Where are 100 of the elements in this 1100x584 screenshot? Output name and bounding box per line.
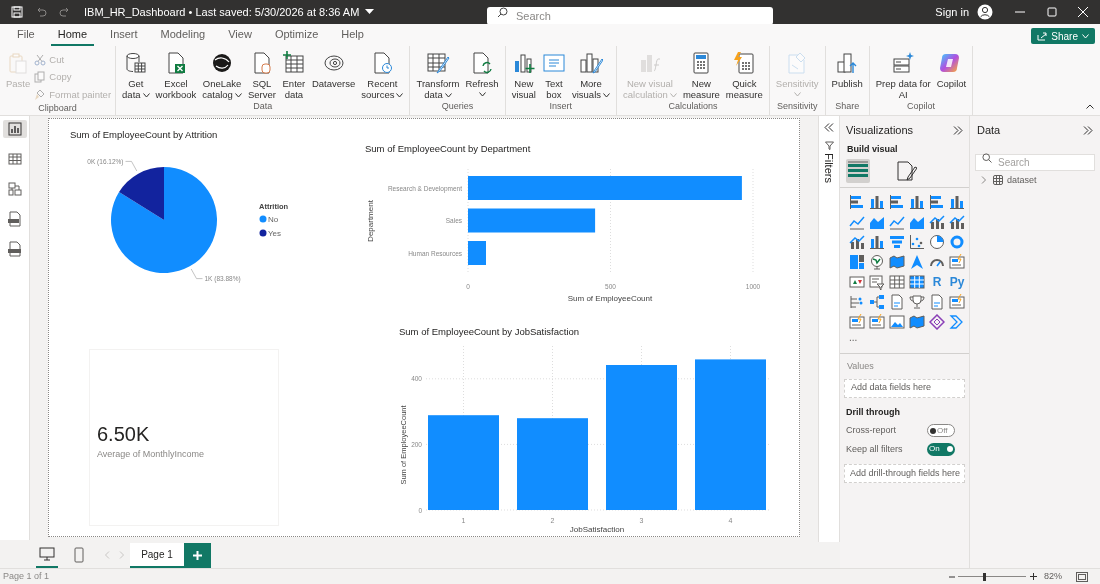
undo-icon[interactable]: [35, 6, 47, 18]
ribbon-button[interactable]: Transform data: [414, 51, 462, 100]
drop-field[interactable]: Add data fields here: [844, 378, 965, 398]
treemap-icon[interactable]: [849, 254, 865, 270]
tree-item[interactable]: dataset: [1007, 173, 1037, 187]
ribbon-button[interactable]: Get data: [120, 51, 152, 100]
caret-icon[interactable]: [365, 9, 375, 15]
column-chart-icon[interactable]: [869, 194, 885, 210]
map-icon[interactable]: [909, 314, 925, 330]
bar-chart-icon[interactable]: [889, 194, 905, 210]
build-tab[interactable]: [846, 159, 870, 183]
search-field[interactable]: Search: [487, 7, 773, 25]
slider-thumb[interactable]: [982, 572, 986, 581]
menu-tab[interactable]: File: [10, 24, 42, 46]
bar-chart-icon[interactable]: [849, 194, 865, 210]
fit-to-page-icon[interactable]: [1076, 571, 1088, 582]
scatter-chart-icon[interactable]: [909, 234, 925, 250]
table-icon[interactable]: [889, 274, 905, 290]
menu-tab[interactable]: View: [221, 24, 259, 46]
ribbon-button[interactable]: SQL Server: [245, 51, 278, 100]
combo-chart-icon[interactable]: [849, 234, 865, 250]
column-chart-icon[interactable]: [909, 194, 925, 210]
tree-icon[interactable]: [849, 294, 865, 310]
build-tab[interactable]: [894, 159, 918, 183]
ribbon-button[interactable]: Quick measure: [723, 51, 765, 100]
collapse-icon[interactable]: [824, 123, 834, 132]
ribbon-button[interactable]: Refresh: [463, 51, 501, 100]
map-icon[interactable]: [889, 254, 905, 270]
ribbon-button[interactable]: New measure: [680, 51, 722, 100]
sign-in-link[interactable]: Sign in: [935, 3, 969, 21]
kpi-icon[interactable]: [849, 274, 865, 290]
trophy-icon[interactable]: [909, 294, 925, 310]
redo-icon[interactable]: [59, 6, 71, 18]
menu-tab[interactable]: Modeling: [153, 24, 213, 46]
maximize-icon[interactable]: [1047, 7, 1057, 17]
globe-icon[interactable]: [869, 254, 885, 270]
ribbon-button[interactable]: Copilot: [934, 51, 969, 100]
image-icon[interactable]: [889, 314, 905, 330]
ribbon-button[interactable]: Dataverse: [309, 51, 358, 100]
combo-chart-icon[interactable]: [949, 214, 965, 230]
zoom-in-icon[interactable]: [1030, 573, 1037, 580]
line-chart-icon[interactable]: [889, 214, 905, 230]
save-icon[interactable]: [11, 6, 23, 18]
ribbon-button[interactable]: Text box: [539, 51, 568, 100]
collapse-ribbon-icon[interactable]: [1086, 104, 1094, 109]
card-icon[interactable]: [869, 314, 885, 330]
expand-icon[interactable]: [953, 125, 963, 135]
ribbon-button[interactable]: Prep data for AI: [873, 51, 933, 100]
combo-chart-icon[interactable]: [929, 214, 945, 230]
legend-label[interactable]: Yes: [268, 229, 282, 238]
close-icon[interactable]: [1078, 7, 1088, 17]
avatar-icon[interactable]: [977, 4, 993, 20]
column-chart-icon[interactable]: [949, 194, 965, 210]
menu-tab[interactable]: Insert: [103, 24, 145, 46]
share-button[interactable]: Share: [1031, 28, 1095, 44]
menu-tab[interactable]: Optimize: [267, 24, 326, 46]
toggle-switch[interactable]: On: [927, 442, 955, 456]
zoom-out-icon[interactable]: [949, 573, 955, 580]
funnel-icon[interactable]: [889, 234, 905, 250]
card-icon[interactable]: [849, 314, 865, 330]
ribbon-button[interactable]: More visuals: [569, 51, 612, 100]
column-chart-icon[interactable]: [869, 234, 885, 250]
bar-chart-icon[interactable]: [929, 194, 945, 210]
chevron-icon[interactable]: [949, 314, 965, 330]
page-tab[interactable]: Page 1: [130, 543, 184, 568]
diamond-icon[interactable]: [929, 314, 945, 330]
area-chart-icon[interactable]: [909, 214, 925, 230]
card-icon[interactable]: [949, 294, 965, 310]
toggle-switch[interactable]: Off: [927, 424, 955, 438]
ribbon-button[interactable]: Enter data: [279, 51, 308, 100]
document-icon[interactable]: [889, 294, 905, 310]
slicer-icon[interactable]: [869, 274, 885, 290]
view-button[interactable]: [2, 120, 27, 138]
document-icon[interactable]: [929, 294, 945, 310]
ribbon-button[interactable]: Excel workbook: [153, 51, 199, 100]
group-label: Share: [834, 99, 861, 113]
arrow-icon[interactable]: [909, 254, 925, 270]
chart-pencil-icon: [578, 51, 603, 75]
pie-chart-icon[interactable]: [929, 234, 945, 250]
card-icon[interactable]: [949, 254, 965, 270]
legend-label[interactable]: No: [268, 215, 279, 224]
more-visuals-link[interactable]: ...: [840, 333, 969, 343]
filters-pane[interactable]: Filters: [818, 116, 840, 542]
line-chart-icon[interactable]: [849, 214, 865, 230]
ribbon-button[interactable]: Recent sources: [359, 51, 406, 100]
zoom-slider[interactable]: [958, 572, 1026, 581]
matrix-icon[interactable]: [909, 274, 925, 290]
axis-title: Department: [366, 200, 375, 242]
donut-chart-icon[interactable]: [949, 234, 965, 250]
menu-tab[interactable]: Help: [334, 24, 371, 46]
drop-field[interactable]: Add drill-through fields here: [844, 464, 965, 483]
ribbon-button[interactable]: OneLake catalog: [200, 51, 244, 100]
group-label: Copilot: [906, 100, 936, 113]
ribbon-button[interactable]: Publish: [829, 51, 865, 100]
area-chart-icon[interactable]: [869, 214, 885, 230]
search-field[interactable]: Search: [975, 153, 1095, 171]
expand-icon[interactable]: [1083, 125, 1093, 135]
add-page-button[interactable]: [184, 543, 211, 568]
ribbon-button[interactable]: New visual: [509, 51, 538, 100]
hierarchy-icon[interactable]: [869, 294, 885, 310]
